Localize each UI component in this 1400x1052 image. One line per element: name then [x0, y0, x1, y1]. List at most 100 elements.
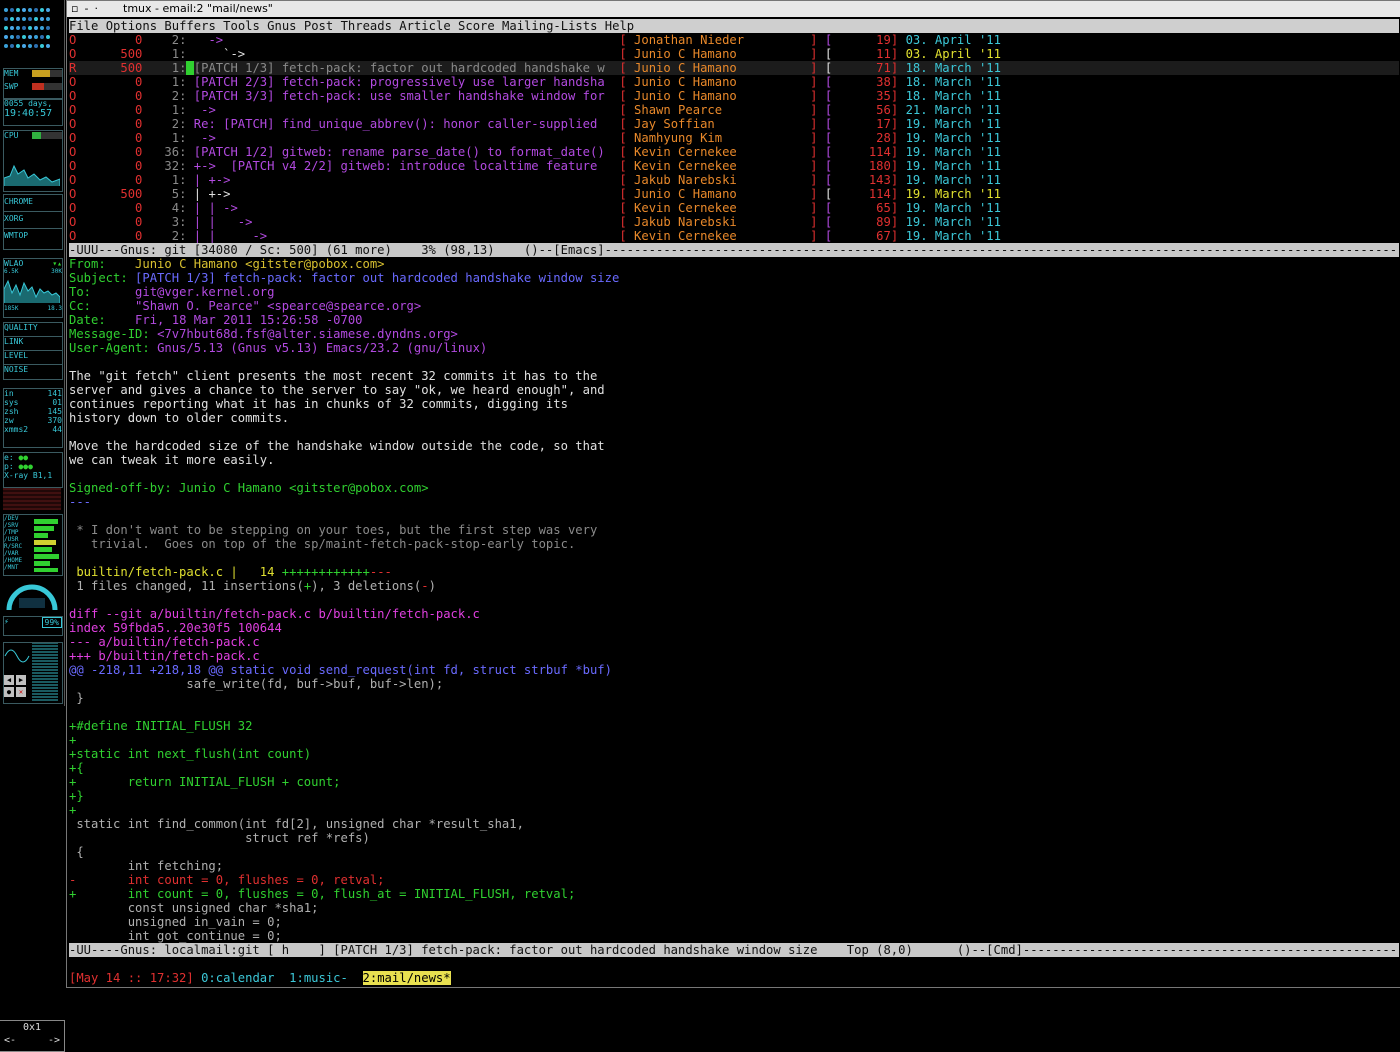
minimize-button[interactable]: -	[84, 2, 94, 15]
mark: O	[69, 159, 77, 173]
menu-score[interactable]: Score	[458, 19, 495, 33]
disk-bars-icon	[34, 519, 59, 572]
body-line: index 59fbda5..20e30f5 100644	[69, 621, 282, 635]
menu-gnus[interactable]: Gnus	[267, 19, 296, 33]
window-buttons[interactable]: ▫-·	[71, 1, 104, 17]
body-line: builtin/fetch-pack.c | 14 ++++++++++++--…	[69, 565, 392, 579]
emacs-frame[interactable]: File Options Buffers Tools Gnus Post Thr…	[69, 19, 1399, 985]
header-key: From:	[69, 257, 106, 271]
menu-post[interactable]: Post	[304, 19, 333, 33]
article-body[interactable]: The "git fetch" client presents the most…	[69, 355, 1399, 943]
summary-line[interactable]: O 500 1: `-> [ Junio C Hamano ] [ 11] 03…	[69, 47, 1399, 61]
bracket: [	[817, 201, 840, 215]
menu-buffers[interactable]: Buffers	[164, 19, 215, 33]
gauge-icon	[6, 584, 58, 611]
window-menu-button[interactable]: ▫	[71, 2, 84, 15]
tmux-status-bar: [May 14 :: 17:32] 0:calendar 1:music- 2:…	[69, 971, 1399, 985]
author: Jakub Narebski	[634, 173, 811, 187]
mute-button[interactable]: ✕	[16, 687, 26, 697]
score: 0	[83, 159, 143, 173]
thread-count: 1	[142, 131, 180, 145]
year: '11	[978, 145, 1001, 159]
header-value[interactable]: <7v7hbut68d.fsf@alter.siamese.dyndns.org…	[157, 327, 458, 341]
month: March	[934, 215, 979, 229]
summary-line[interactable]: O 0 32: +-> [PATCH v4 2/2] gitweb: intro…	[69, 159, 1399, 173]
record-button[interactable]: ●	[4, 687, 14, 697]
bracket: [	[612, 61, 635, 75]
next-button[interactable]: ▶	[16, 675, 26, 685]
maximize-button[interactable]: ·	[94, 2, 104, 15]
pager-next-button[interactable]: ->	[48, 1035, 60, 1047]
body-line	[69, 509, 1399, 523]
summary-line[interactable]: O 0 1: -> [ Namhyung Kim ] [ 28] 19. Mar…	[69, 131, 1399, 145]
header-value[interactable]: Fri, 18 Mar 2011 15:26:58 -0700	[135, 313, 362, 327]
menu-mailing-lists[interactable]: Mailing-Lists	[502, 19, 597, 33]
summary-line[interactable]: O 0 2: | | -> [ Kevin Cernekee ] [ 67] 1…	[69, 229, 1399, 243]
subject: ->	[193, 131, 613, 145]
bracket: [	[817, 159, 840, 173]
wlan-rate-b: 30K	[51, 268, 62, 275]
summary-line[interactable]: O 0 2: -> [ Jonathan Nieder ] [ 19] 03. …	[69, 33, 1399, 47]
menu-options[interactable]: Options	[106, 19, 157, 33]
bracket: ]	[890, 47, 906, 61]
day: 19.	[905, 229, 928, 243]
menu-help[interactable]: Help	[605, 19, 634, 33]
header-value[interactable]: Gnus/5.13 (Gnus v5.13) Emacs/23.2 (gnu/l…	[157, 341, 487, 355]
gnus-summary-buffer[interactable]: O 0 2: -> [ Jonathan Nieder ] [ 19] 03. …	[69, 33, 1399, 243]
tmux-window-0[interactable]: 0:calendar	[201, 971, 274, 985]
pager-prev-button[interactable]: <-	[4, 1035, 16, 1047]
body-line: +#define INITIAL_FLUSH 32	[69, 719, 253, 733]
menu-threads[interactable]: Threads	[341, 19, 392, 33]
prev-button[interactable]: ◀	[4, 675, 14, 685]
disk-label: /MNT	[4, 564, 19, 571]
gauge-dockapp	[3, 580, 61, 614]
summary-line[interactable]: O 500 5: | +-> [ Junio C Hamano ] [ 114]…	[69, 187, 1399, 201]
bracket: [	[612, 103, 635, 117]
year: '11	[978, 33, 1001, 47]
header-value[interactable]: "Shawn O. Pearce" <spearce@spearce.org>	[135, 299, 421, 313]
sep: :	[179, 117, 187, 131]
body-line: int got_continue = 0;	[69, 929, 282, 943]
disk-label: /TMP	[4, 529, 19, 536]
minibuffer[interactable]	[69, 957, 1399, 971]
body-line: int fetching;	[69, 859, 224, 873]
article-modeline: -UU----Gnus: localmail:git [ h ] [PATCH …	[69, 943, 1399, 957]
header-value[interactable]: git@vger.kernel.org	[135, 285, 274, 299]
line-count: 11	[839, 47, 891, 61]
summary-line[interactable]: O 0 2: [PATCH 3/3] fetch-pack: use small…	[69, 89, 1399, 103]
day: 18.	[905, 61, 928, 75]
wlan-graph-icon	[4, 279, 61, 303]
summary-line[interactable]: O 0 2: Re: [PATCH] find_unique_abbrev():…	[69, 117, 1399, 131]
summary-line[interactable]: O 0 4: | | -> [ Kevin Cernekee ] [ 65] 1…	[69, 201, 1399, 215]
summary-line[interactable]: O 0 3: | | -> [ Jakub Narebski ] [ 89] 1…	[69, 215, 1399, 229]
thread-count: 32	[142, 159, 180, 173]
sep: :	[179, 89, 187, 103]
header-value[interactable]: [PATCH 1/3] fetch-pack: factor out hardc…	[135, 271, 619, 285]
summary-line[interactable]: O 0 1: | +-> [ Jakub Narebski ] [ 143] 1…	[69, 173, 1399, 187]
volume-slider[interactable]	[32, 643, 58, 701]
load-key: zsh	[4, 407, 19, 416]
line-count: 38	[839, 75, 891, 89]
day: 21.	[905, 103, 928, 117]
tmux-window-2[interactable]: 2:mail/news*	[362, 971, 451, 985]
menu-article[interactable]: Article	[399, 19, 450, 33]
bracket: [	[612, 131, 635, 145]
summary-line[interactable]: O 0 36: [PATCH 1/2] gitweb: rename parse…	[69, 145, 1399, 159]
body-line: +{	[69, 761, 84, 775]
window-titlebar[interactable]: ▫-· tmux - email:2 "mail/news"	[67, 1, 1400, 17]
month: March	[934, 159, 979, 173]
thread-count: 2	[142, 89, 180, 103]
mixer-dockapp[interactable]: ◀ ▶ ● ✕	[3, 642, 63, 704]
pager-dockapp[interactable]: 0x1 <- ->	[0, 1020, 65, 1052]
mark: O	[69, 173, 77, 187]
summary-line[interactable]: O 0 1: [PATCH 2/3] fetch-pack: progressi…	[69, 75, 1399, 89]
process-dockapp: CHROME XORG WMTOP	[3, 194, 63, 250]
bracket: [	[612, 75, 635, 89]
body-line: struct ref *refs)	[69, 831, 370, 845]
summary-line[interactable]: O 0 1: -> [ Shawn Pearce ] [ 56] 21. Mar…	[69, 103, 1399, 117]
tmux-window-1[interactable]: 1:music-	[289, 971, 348, 985]
subject: | | ->	[193, 229, 613, 243]
summary-line[interactable]: R 500 1: [PATCH 1/3] fetch-pack: factor …	[69, 61, 1399, 75]
menu-tools[interactable]: Tools	[223, 19, 260, 33]
menu-file[interactable]: File	[69, 19, 98, 33]
